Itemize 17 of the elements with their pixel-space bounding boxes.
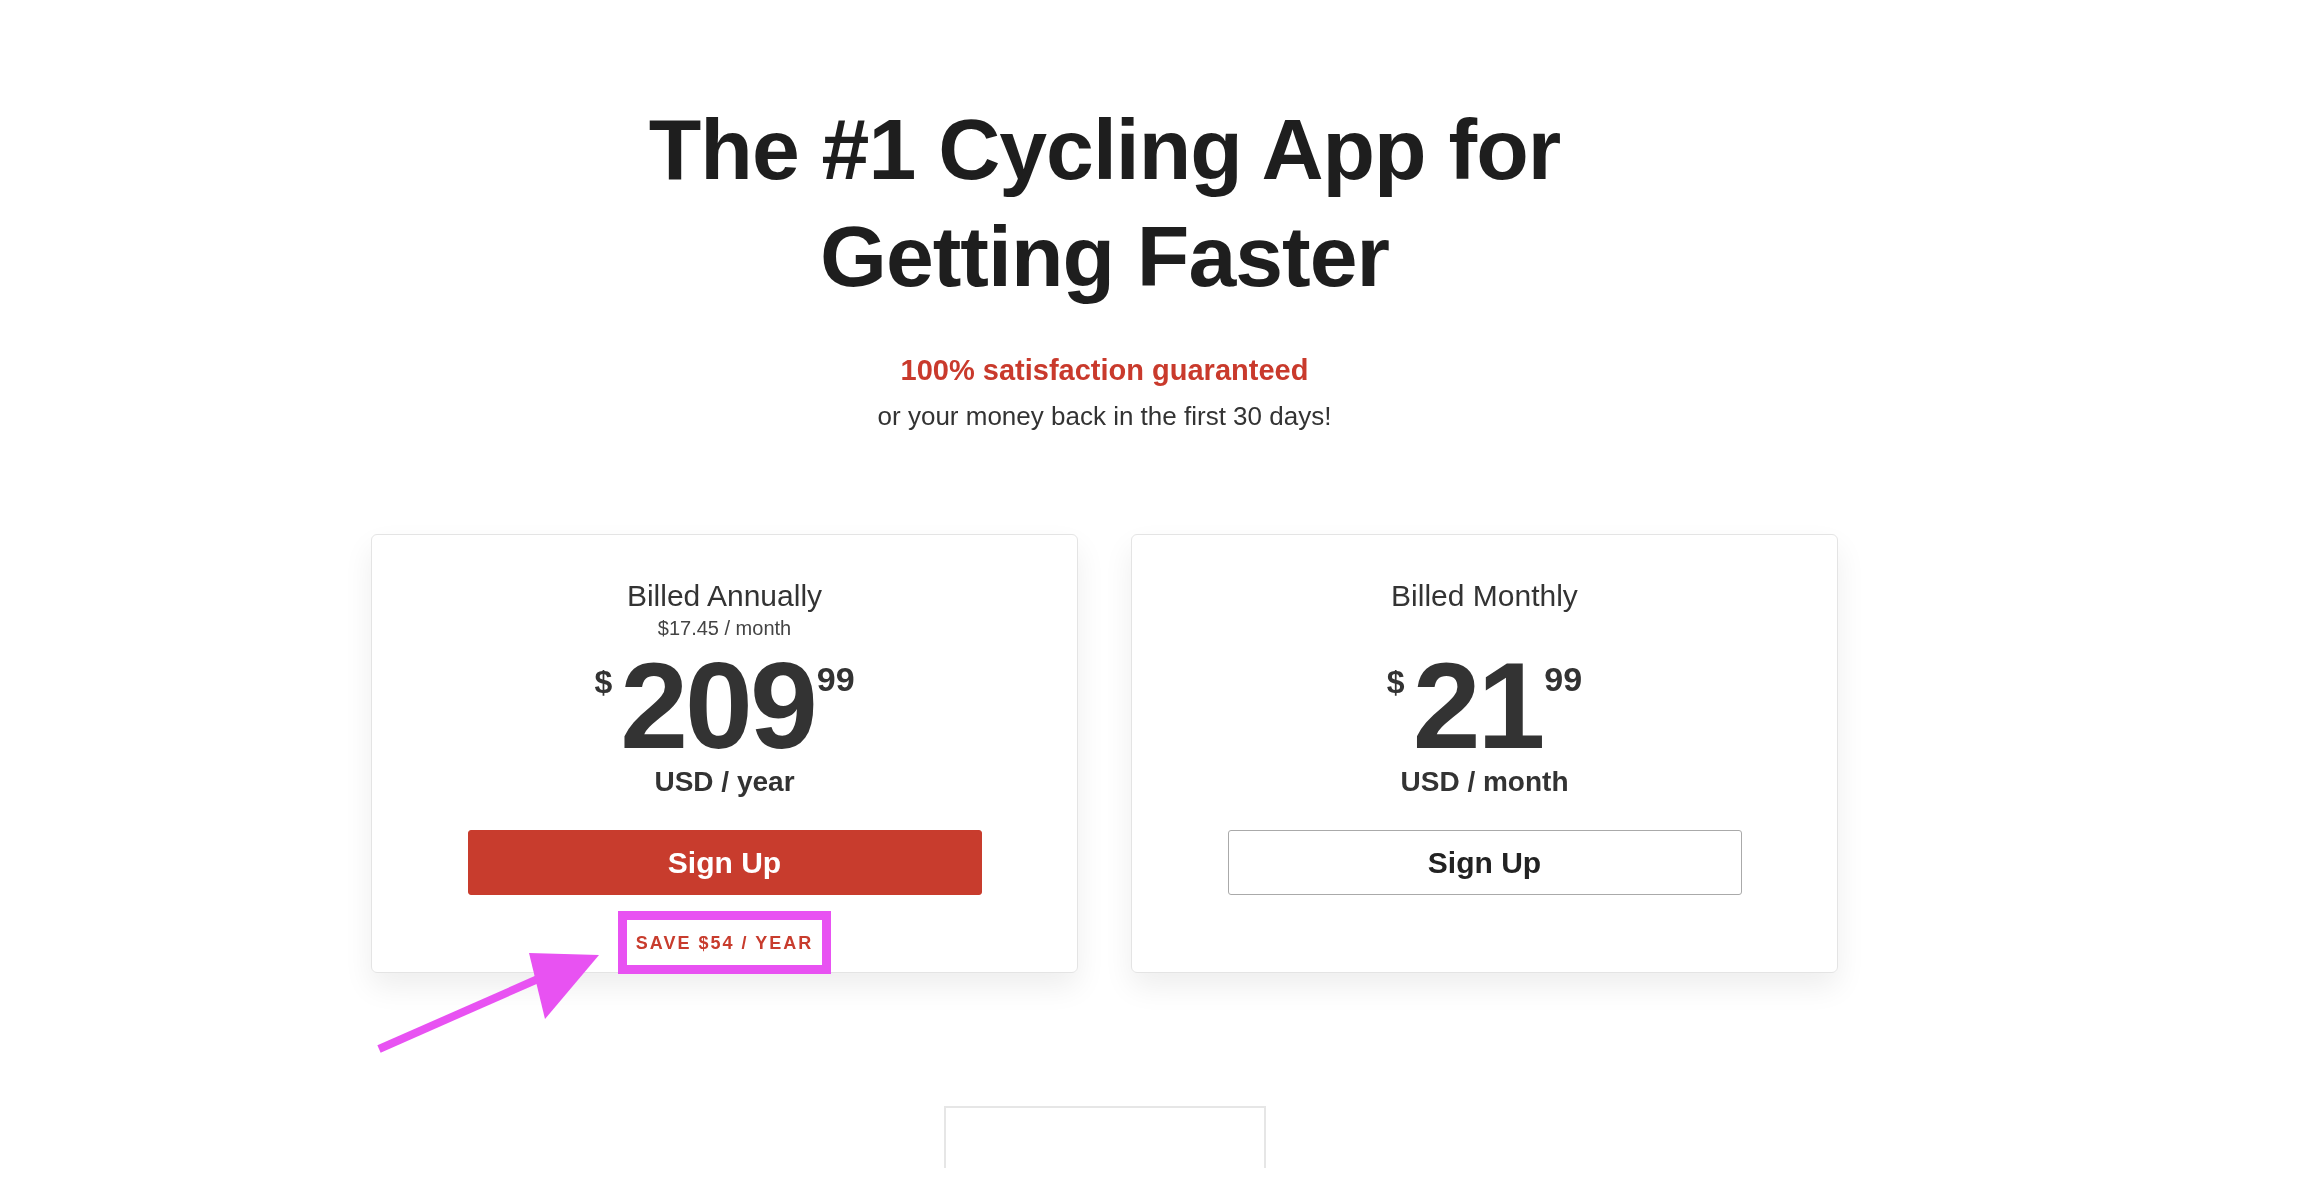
monthly-equivalent: $17.45 / month	[657, 616, 792, 641]
currency-symbol: $	[1386, 664, 1405, 702]
plan-title: Billed Annually	[626, 578, 823, 614]
plan-title: Billed Monthly	[1391, 578, 1578, 614]
guarantee-detail: or your money back in the first 30 days!	[877, 401, 1332, 432]
price-cents: 99	[1544, 660, 1583, 700]
price-cents: 99	[816, 660, 855, 700]
guarantee-highlight: 100% satisfaction guaranteed	[900, 354, 1309, 387]
page-headline: The #1 Cycling App for Getting Faster	[648, 100, 1561, 306]
billing-period: USD / year	[654, 766, 795, 799]
price-amount: 209	[620, 646, 815, 767]
sign-up-button[interactable]: Sign Up	[467, 830, 982, 896]
currency-symbol: $	[594, 664, 613, 702]
price-amount: 21	[1412, 646, 1543, 767]
sign-up-button[interactable]: Sign Up	[1227, 830, 1742, 896]
savings-label: SAVE $54 / YEAR	[635, 933, 814, 955]
billing-period: USD / month	[1400, 766, 1569, 799]
